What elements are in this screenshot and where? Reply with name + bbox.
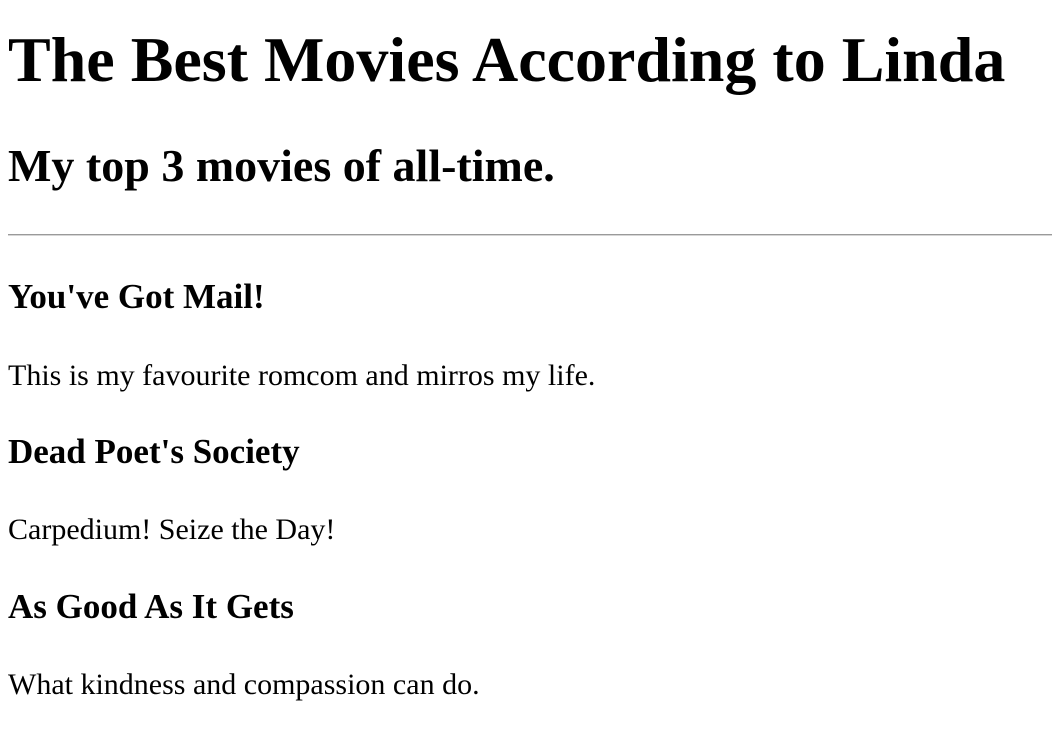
horizontal-divider [8,234,1052,236]
movie-description: What kindness and compassion can do. [8,668,480,701]
movie-description: This is my favourite romcom and mirros m… [8,359,596,392]
movie-title: As Good As It Gets [8,587,294,626]
page-subtitle: My top 3 movies of all-time. [8,140,555,191]
page-title: The Best Movies According to Linda [8,24,1006,95]
movie-title: You've Got Mail! [8,277,265,316]
movie-description: Carpedium! Seize the Day! [8,513,336,546]
movie-title: Dead Poet's Society [8,432,300,471]
